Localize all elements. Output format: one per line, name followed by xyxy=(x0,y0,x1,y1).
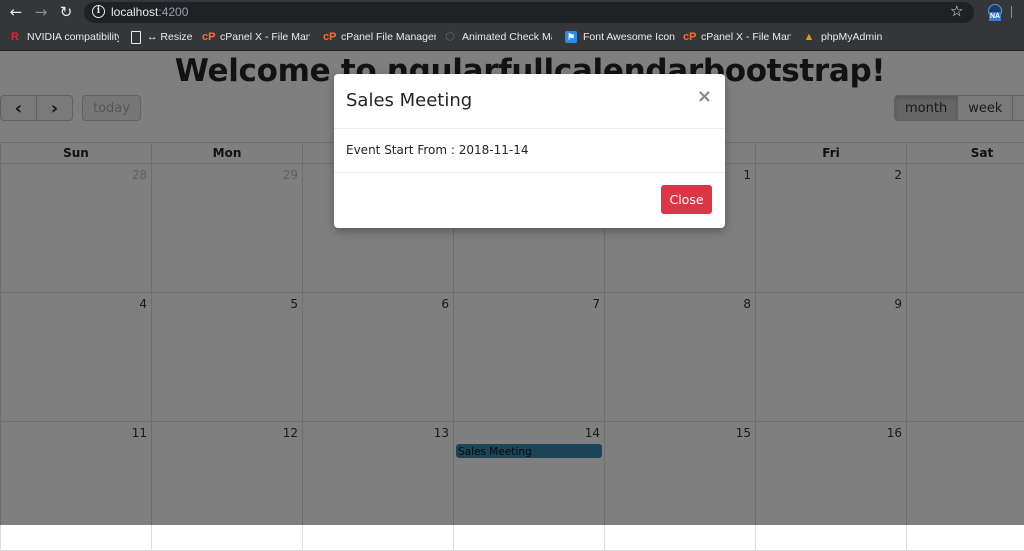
bookmark-label: cPanel X - File Manag xyxy=(701,31,791,43)
bookmark-font-awesome[interactable]: ⚑ Font Awesome Icons xyxy=(565,29,675,46)
arrow-left-icon: ← xyxy=(10,3,23,21)
reload-icon: ↻ xyxy=(60,3,73,21)
address-bar[interactable]: i localhost:4200 xyxy=(84,2,974,23)
bookmark-star-icon[interactable]: ☆ xyxy=(950,2,963,20)
bookmark-cpanel-x-1[interactable]: cP cPanel X - File Manag xyxy=(202,29,310,46)
url-port: :4200 xyxy=(158,5,188,19)
r-logo-icon: R xyxy=(9,31,21,43)
page-icon xyxy=(131,31,141,44)
toolbar-divider xyxy=(1011,6,1012,18)
bookmark-nvidia[interactable]: R NVIDIA compatibility xyxy=(9,29,119,46)
cpanel-icon: cP xyxy=(202,31,214,43)
close-icon[interactable]: × xyxy=(697,86,712,107)
modal-footer: Close xyxy=(334,172,725,229)
bookmark-cpanel-x-2[interactable]: cP cPanel X - File Manag xyxy=(683,29,791,46)
modal-title: Sales Meeting xyxy=(346,90,472,111)
bookmark-label: Animated Check Mar xyxy=(462,31,552,43)
bookmark-label: phpMyAdmin xyxy=(821,31,882,43)
bookmark-label: NVIDIA compatibility xyxy=(27,31,119,43)
profile-avatar[interactable]: NA xyxy=(987,4,1003,20)
phpmyadmin-icon: ▲ xyxy=(803,31,815,43)
forward-button[interactable]: → xyxy=(31,3,51,21)
profile-badge: NA xyxy=(989,12,1001,21)
url-text[interactable]: localhost:4200 xyxy=(111,5,188,19)
flag-icon: ⚑ xyxy=(565,31,577,43)
event-modal: Sales Meeting × Event Start From : 2018-… xyxy=(334,74,725,228)
url-host: localhost xyxy=(111,5,158,19)
close-button[interactable]: Close xyxy=(661,185,712,214)
bookmark-cpanel-file-manager[interactable]: cP cPanel File Manager v xyxy=(323,29,436,46)
cpanel-icon: cP xyxy=(683,31,695,43)
browser-toolbar: ← → ↻ i localhost:4200 ☆ NA xyxy=(0,0,1024,25)
reload-button[interactable]: ↻ xyxy=(56,3,76,21)
back-button[interactable]: ← xyxy=(6,3,26,21)
bookmark-label: Font Awesome Icons xyxy=(583,31,675,43)
info-icon[interactable]: i xyxy=(92,5,105,18)
arrow-right-icon: → xyxy=(35,3,48,21)
bookmark-label: ↔ Resizer xyxy=(147,31,193,43)
bookmark-label: cPanel File Manager v xyxy=(341,31,436,43)
bookmark-phpmyadmin[interactable]: ▲ phpMyAdmin xyxy=(803,29,893,46)
bookmark-resizer[interactable]: ↔ Resizer xyxy=(131,29,193,46)
codepen-icon: ⬡ xyxy=(444,31,456,43)
modal-body-text: Event Start From : 2018-11-14 xyxy=(346,143,528,157)
bookmark-animated-check[interactable]: ⬡ Animated Check Mar xyxy=(444,29,552,46)
modal-header: Sales Meeting × xyxy=(334,74,725,129)
bookmark-label: cPanel X - File Manag xyxy=(220,31,310,43)
bookmarks-bar: R NVIDIA compatibility ↔ Resizer cP cPanel… xyxy=(0,25,1024,51)
cpanel-icon: cP xyxy=(323,31,335,43)
